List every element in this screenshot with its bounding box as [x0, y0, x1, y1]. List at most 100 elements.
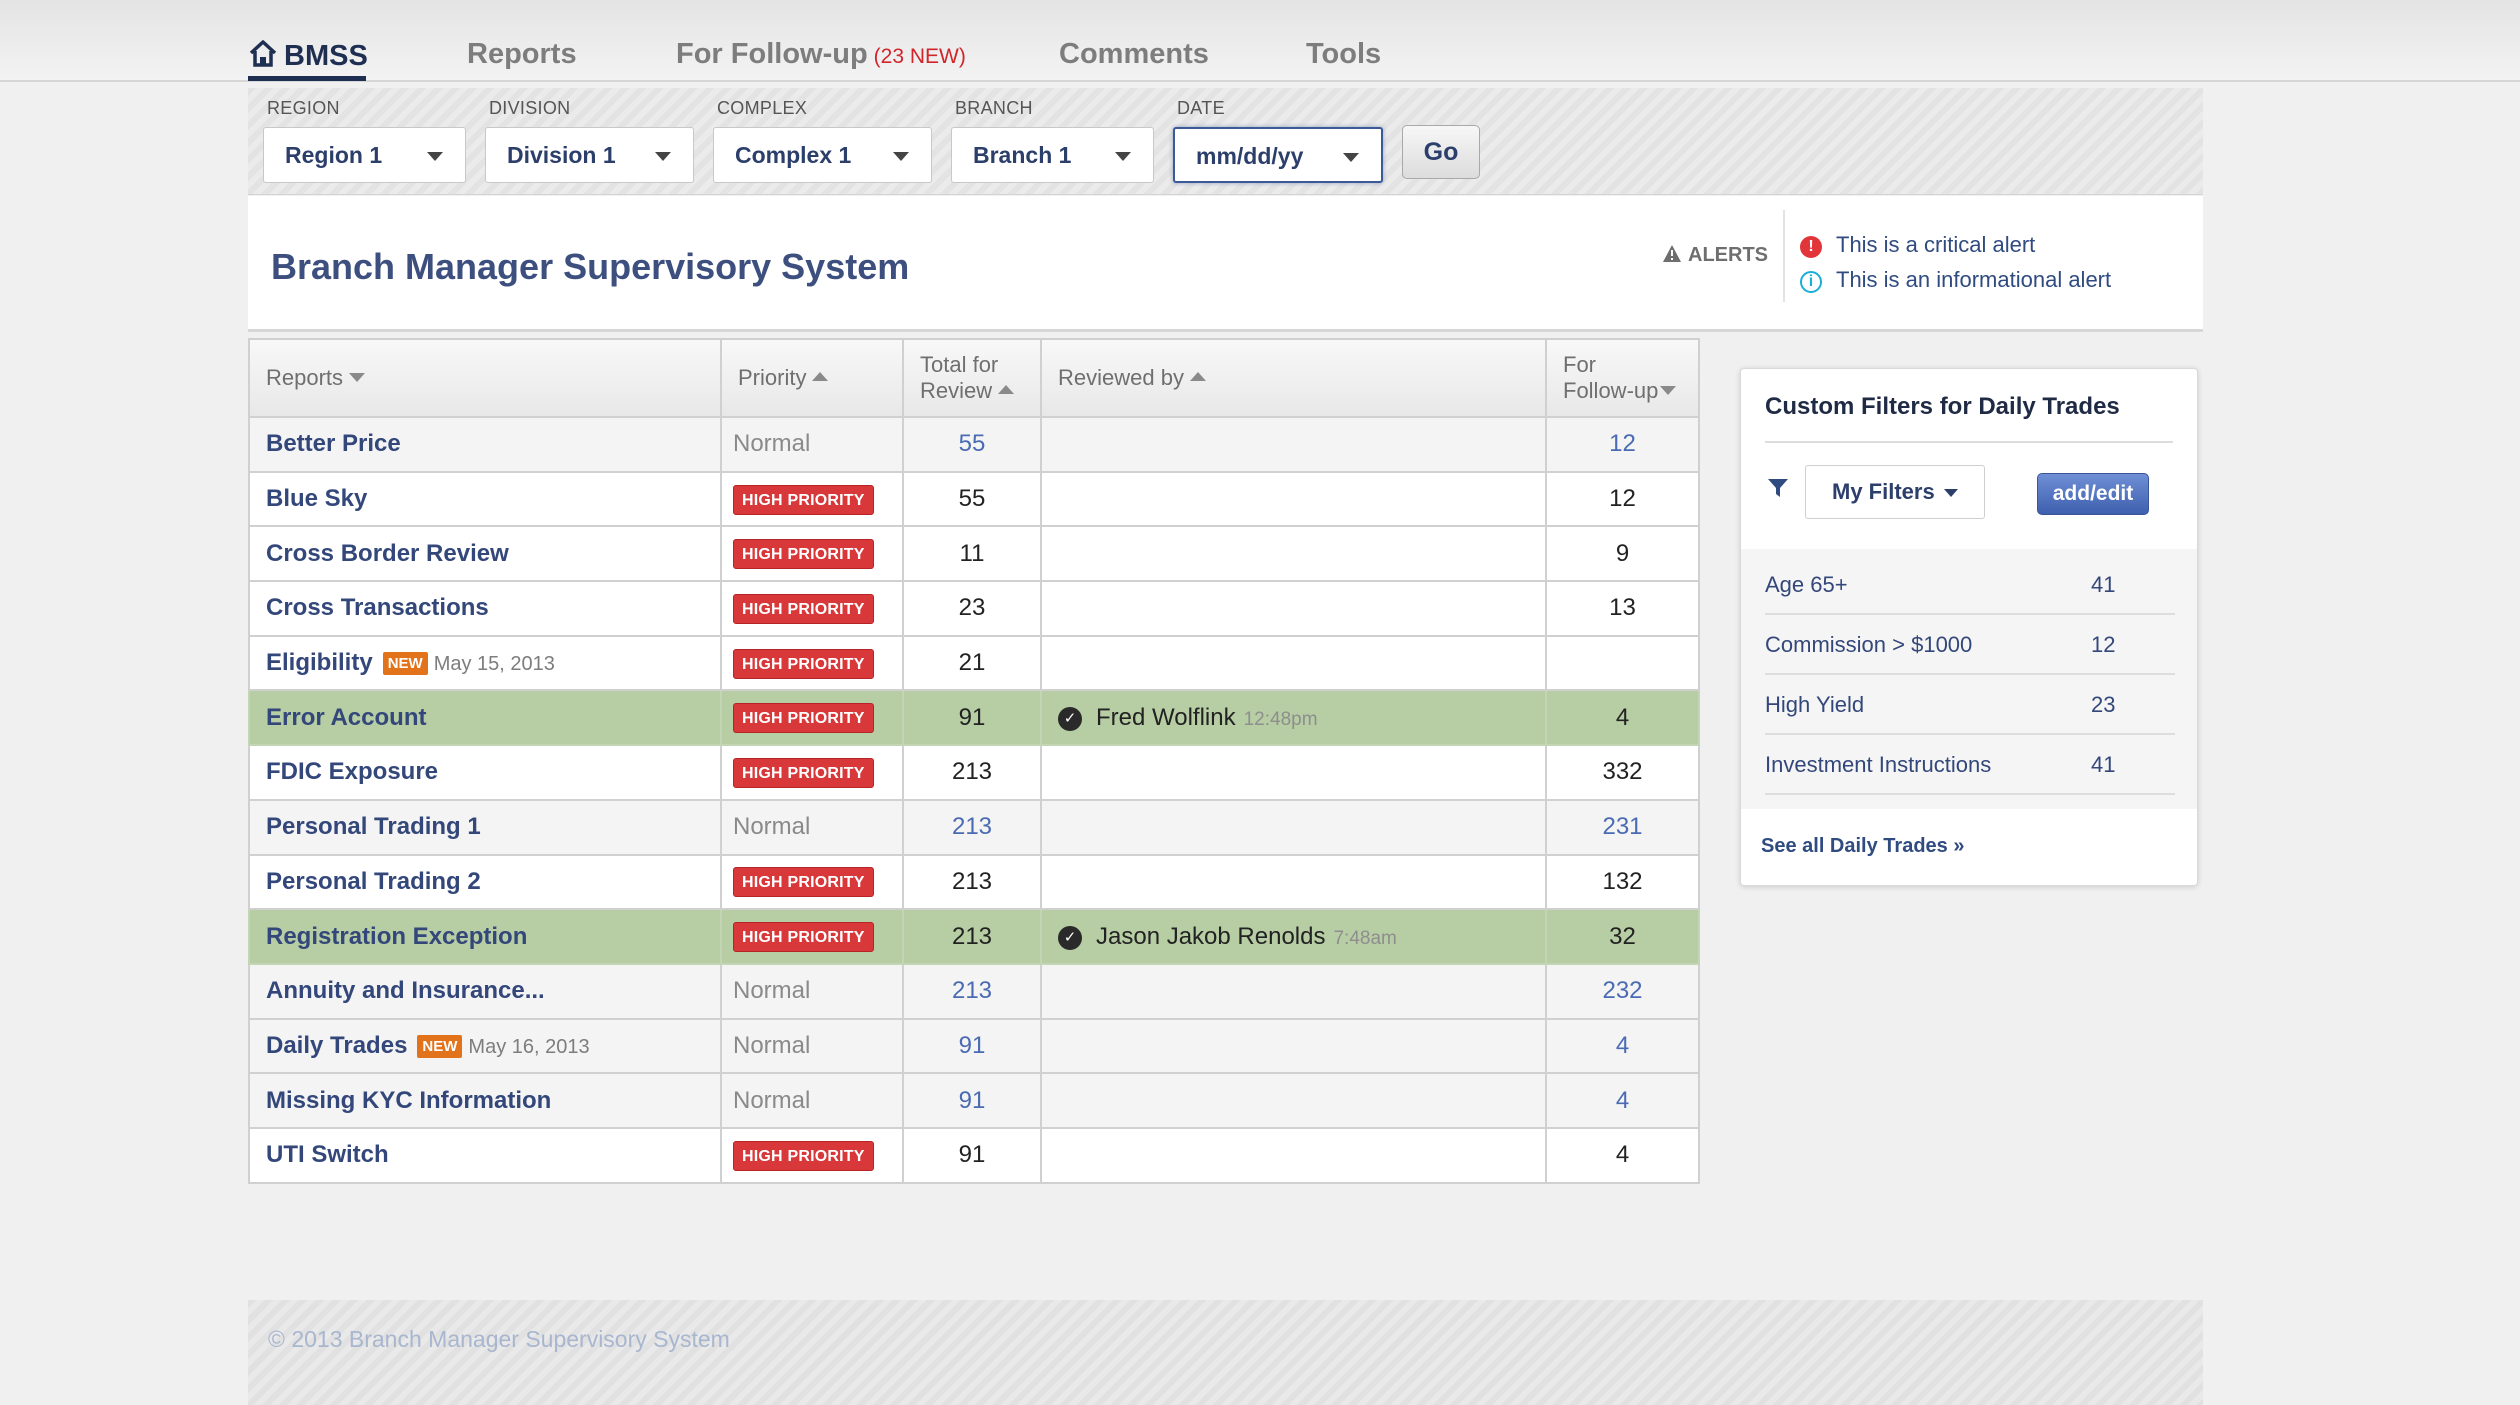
custom-filter-item[interactable]: Investment Instructions 41 — [1765, 735, 2175, 795]
report-name-link[interactable]: Missing KYC Information — [266, 1087, 551, 1114]
report-name-link[interactable]: UTI Switch — [266, 1141, 389, 1168]
total-for-review-cell[interactable]: 213 — [902, 908, 1042, 965]
add-edit-button[interactable]: add/edit — [2037, 473, 2149, 515]
priority-text: Normal — [733, 430, 811, 458]
for-followup-cell[interactable]: 232 — [1545, 962, 1700, 1020]
total-for-review-cell[interactable]: 213 — [902, 798, 1042, 856]
total-for-review-cell[interactable]: 91 — [902, 1017, 1042, 1075]
nav-reports[interactable]: Reports — [467, 38, 577, 71]
for-followup-cell[interactable]: 4 — [1545, 689, 1700, 747]
report-name-link[interactable]: Registration Exception — [266, 923, 527, 950]
report-name-link[interactable]: Error Account — [266, 704, 426, 731]
branch-label: BRANCH — [955, 98, 1033, 118]
chevron-down-icon — [427, 152, 443, 161]
nav-tools[interactable]: Tools — [1306, 38, 1381, 71]
table-row[interactable]: Personal Trading 1 Normal 213 231 — [248, 798, 1700, 856]
branch-select[interactable]: Branch 1 — [951, 127, 1154, 183]
report-name-link[interactable]: Blue Sky — [266, 485, 367, 512]
for-followup-value: 132 — [1602, 867, 1643, 895]
for-followup-cell[interactable]: 4 — [1545, 1017, 1700, 1075]
total-for-review-value: 213 — [951, 813, 993, 841]
table-row[interactable]: FDIC Exposure HIGH PRIORITY 213 332 — [248, 744, 1700, 801]
branch-filter: BRANCH Branch 1 — [951, 98, 1154, 183]
high-priority-badge: HIGH PRIORITY — [733, 484, 874, 515]
for-followup-cell[interactable]: 132 — [1545, 853, 1700, 911]
report-name-cell: Annuity and Insurance... — [248, 962, 722, 1020]
total-for-review-cell[interactable]: 21 — [902, 634, 1042, 692]
date-label: DATE — [1177, 98, 1225, 118]
nav-comments[interactable]: Comments — [1059, 38, 1209, 71]
total-for-review-cell[interactable]: 213 — [902, 853, 1042, 911]
division-filter: DIVISION Division 1 — [485, 98, 694, 183]
for-followup-cell[interactable]: 332 — [1545, 744, 1700, 801]
total-for-review-cell[interactable]: 91 — [902, 1126, 1042, 1184]
table-row[interactable]: UTI Switch HIGH PRIORITY 91 4 — [248, 1126, 1700, 1184]
table-row[interactable]: Annuity and Insurance... Normal 213 232 — [248, 962, 1700, 1020]
custom-filter-item[interactable]: High Yield 23 — [1765, 675, 2175, 735]
report-name-cell: Cross Border Review — [248, 525, 722, 583]
total-for-review-value: 55 — [958, 430, 986, 458]
table-row[interactable]: Registration Exception HIGH PRIORITY 213 ✓ J… — [248, 908, 1700, 965]
table-row[interactable]: Eligibility NEW May 15, 2013 HIGH PRIORITY 2… — [248, 634, 1700, 692]
for-followup-cell[interactable]: 4 — [1545, 1072, 1700, 1129]
table-row[interactable]: Missing KYC Information Normal 91 4 — [248, 1072, 1700, 1129]
my-filters-dropdown[interactable]: My Filters — [1805, 465, 1985, 519]
total-for-review-cell[interactable]: 11 — [902, 525, 1042, 583]
total-for-review-cell[interactable]: 91 — [902, 1072, 1042, 1129]
total-for-review-cell[interactable]: 55 — [902, 470, 1042, 528]
report-name-link[interactable]: FDIC Exposure — [266, 758, 438, 785]
for-followup-cell[interactable]: 231 — [1545, 798, 1700, 856]
table-row[interactable]: Cross Border Review HIGH PRIORITY 11 9 — [248, 525, 1700, 583]
date-select[interactable]: mm/dd/yy — [1173, 127, 1383, 183]
division-select[interactable]: Division 1 — [485, 127, 694, 183]
complex-select[interactable]: Complex 1 — [713, 127, 932, 183]
table-row[interactable]: Blue Sky HIGH PRIORITY 55 12 — [248, 470, 1700, 528]
total-for-review-value: 55 — [958, 485, 986, 513]
region-select[interactable]: Region 1 — [263, 127, 466, 183]
for-followup-value: 12 — [1609, 430, 1636, 458]
table-row[interactable]: Cross Transactions HIGH PRIORITY 23 13 — [248, 580, 1700, 637]
total-for-review-cell[interactable]: 23 — [902, 580, 1042, 637]
for-followup-cell[interactable] — [1545, 634, 1700, 692]
report-name-link[interactable]: Annuity and Insurance... — [266, 977, 545, 1004]
critical-alert[interactable]: ! This is a critical alert — [1800, 232, 2035, 258]
custom-filter-item[interactable]: Commission > $1000 12 — [1765, 615, 2175, 675]
table-row[interactable]: Personal Trading 2 HIGH PRIORITY 213 132 — [248, 853, 1700, 911]
table-row[interactable]: Error Account HIGH PRIORITY 91 ✓ Fred Wolfli… — [248, 689, 1700, 747]
go-button[interactable]: Go — [1402, 125, 1480, 179]
critical-alert-text: This is a critical alert — [1836, 232, 2036, 257]
nav-brand-bmss[interactable]: BMSS — [248, 38, 368, 73]
for-followup-cell[interactable]: 12 — [1545, 416, 1700, 473]
for-followup-cell[interactable]: 12 — [1545, 470, 1700, 528]
header-reviewed-by[interactable]: Reviewed by — [1040, 338, 1547, 418]
for-followup-cell[interactable]: 13 — [1545, 580, 1700, 637]
header-priority[interactable]: Priority — [720, 338, 904, 418]
report-name-link[interactable]: Personal Trading 1 — [266, 813, 481, 840]
header-reports[interactable]: Reports — [248, 338, 722, 418]
report-name-link[interactable]: Personal Trading 2 — [266, 868, 481, 895]
total-for-review-cell[interactable]: 213 — [902, 962, 1042, 1020]
for-followup-cell[interactable]: 32 — [1545, 908, 1700, 965]
chevron-down-icon — [893, 152, 909, 161]
header-total-for-review[interactable]: Total for Review — [902, 338, 1042, 418]
report-name-link[interactable]: Better Price — [266, 430, 401, 457]
report-name-link[interactable]: Cross Transactions — [266, 594, 489, 621]
for-followup-cell[interactable]: 9 — [1545, 525, 1700, 583]
report-name-link[interactable]: Daily Trades — [266, 1032, 407, 1059]
report-name-link[interactable]: Eligibility — [266, 649, 373, 676]
table-row[interactable]: Better Price Normal 55 12 — [248, 416, 1700, 473]
total-for-review-cell[interactable]: 213 — [902, 744, 1042, 801]
table-row[interactable]: Daily Trades NEW May 16, 2013 Normal 91 4 — [248, 1017, 1700, 1075]
info-alert[interactable]: i This is an informational alert — [1800, 267, 2111, 293]
total-for-review-cell[interactable]: 55 — [902, 416, 1042, 473]
report-name-link[interactable]: Cross Border Review — [266, 540, 509, 567]
priority-cell: HIGH PRIORITY — [720, 1126, 904, 1184]
header-for-followup[interactable]: For Follow-up — [1545, 338, 1700, 418]
total-for-review-cell[interactable]: 91 — [902, 689, 1042, 747]
total-for-review-value: 213 — [951, 922, 993, 950]
custom-filters-card: Custom Filters for Daily Trades My Filte… — [1740, 368, 2198, 886]
see-all-daily-trades-link[interactable]: See all Daily Trades » — [1761, 835, 1964, 858]
custom-filter-item[interactable]: Age 65+ 41 — [1765, 555, 2175, 615]
nav-for-followup[interactable]: For Follow-up (23 NEW) — [676, 38, 966, 71]
for-followup-cell[interactable]: 4 — [1545, 1126, 1700, 1184]
